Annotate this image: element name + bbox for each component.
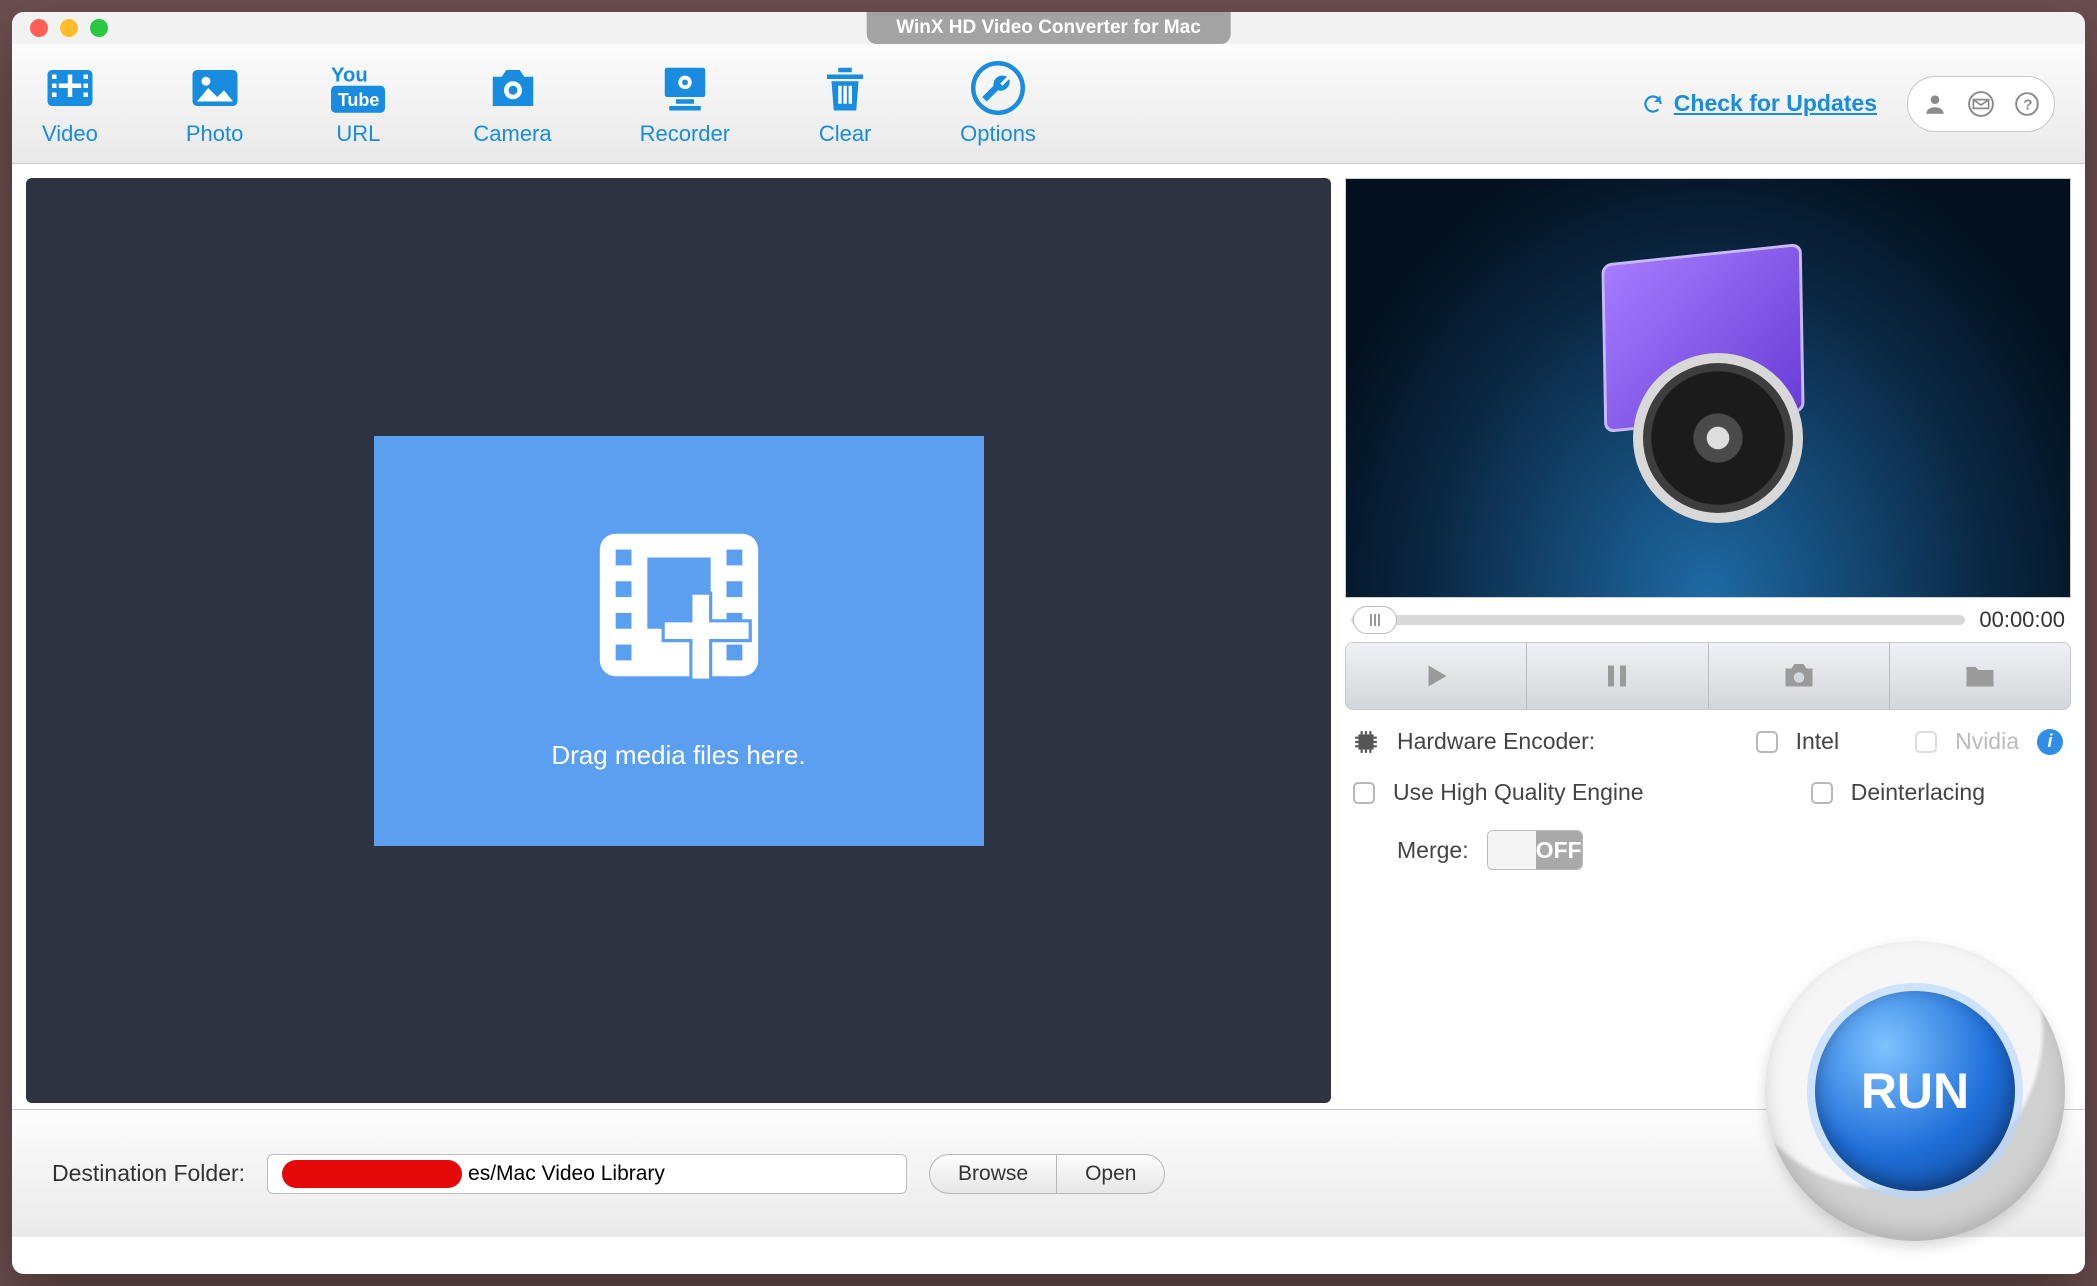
minimize-window-icon[interactable] — [60, 19, 78, 37]
destination-input[interactable]: es/Mac Video Library — [267, 1154, 907, 1194]
add-media-icon — [584, 510, 774, 700]
utility-group: ? — [1907, 76, 2055, 132]
close-window-icon[interactable] — [30, 19, 48, 37]
seek-bar[interactable] — [1351, 615, 1965, 625]
open-button[interactable]: Open — [1057, 1155, 1164, 1193]
toolbar-recorder[interactable]: Recorder — [640, 61, 730, 147]
snapshot-button[interactable] — [1709, 643, 1890, 709]
camera-snap-icon — [1781, 658, 1817, 694]
toolbar-recorder-label: Recorder — [640, 121, 730, 147]
run-label: RUN — [1815, 991, 2015, 1191]
camera-icon — [486, 61, 540, 115]
deinterlace-checkbox[interactable] — [1811, 782, 1833, 804]
mail-icon — [1968, 91, 1994, 117]
open-folder-button[interactable] — [1890, 643, 2070, 709]
toolbar-video-label: Video — [42, 121, 98, 147]
toolbar-camera-label: Camera — [473, 121, 551, 147]
toolbar-url-label: URL — [336, 121, 380, 147]
play-button[interactable] — [1346, 643, 1527, 709]
check-updates-label: Check for Updates — [1674, 90, 1877, 117]
photo-icon — [188, 61, 242, 115]
nvidia-checkbox — [1915, 731, 1937, 753]
toolbar: Video Photo YouTube URL Camera Recorder … — [12, 44, 2085, 164]
drop-target[interactable]: Drag media files here. — [374, 436, 984, 846]
wrench-icon — [971, 61, 1025, 115]
drop-hint-text: Drag media files here. — [551, 740, 805, 771]
help-icon: ? — [2014, 91, 2040, 117]
merge-state: OFF — [1536, 830, 1582, 870]
play-icon — [1418, 658, 1454, 694]
deinterlace-label: Deinterlacing — [1851, 779, 1985, 806]
toolbar-camera[interactable]: Camera — [473, 61, 551, 147]
check-updates-link[interactable]: Check for Updates — [1640, 90, 1877, 117]
browse-button[interactable]: Browse — [930, 1155, 1057, 1193]
toolbar-options[interactable]: Options — [960, 61, 1036, 147]
toolbar-video[interactable]: Video — [42, 61, 98, 147]
svg-text:You: You — [331, 64, 368, 86]
media-drop-panel[interactable]: Drag media files here. — [26, 178, 1331, 1103]
trash-icon — [818, 61, 872, 115]
bottom-bar: Destination Folder: es/Mac Video Library… — [12, 1109, 2085, 1237]
hq-checkbox[interactable] — [1353, 782, 1375, 804]
destination-value: es/Mac Video Library — [468, 1162, 665, 1186]
hq-label: Use High Quality Engine — [1393, 779, 1644, 806]
nvidia-label: Nvidia — [1955, 728, 2019, 755]
window-title: WinX HD Video Converter for Mac — [866, 12, 1231, 44]
account-button[interactable] — [1912, 81, 1958, 127]
svg-text:Tube: Tube — [338, 90, 380, 110]
app-window: WinX HD Video Converter for Mac Video Ph… — [12, 12, 2085, 1274]
folder-icon — [1962, 658, 1998, 694]
info-icon[interactable]: i — [2037, 729, 2063, 755]
pause-button[interactable] — [1527, 643, 1708, 709]
toolbar-photo[interactable]: Photo — [186, 61, 244, 147]
toolbar-clear-label: Clear — [819, 121, 872, 147]
title-bar: WinX HD Video Converter for Mac — [12, 12, 2085, 44]
youtube-icon: You Tube — [331, 61, 385, 115]
preview-area — [1345, 178, 2071, 598]
chip-icon — [1353, 729, 1379, 755]
maximize-window-icon[interactable] — [90, 19, 108, 37]
toolbar-clear[interactable]: Clear — [818, 61, 872, 147]
toolbar-photo-label: Photo — [186, 121, 244, 147]
video-add-icon — [43, 61, 97, 115]
svg-text:?: ? — [2023, 96, 2032, 113]
film-reel-icon — [1593, 273, 1823, 503]
toolbar-options-label: Options — [960, 121, 1036, 147]
hw-encoder-label: Hardware Encoder: — [1397, 728, 1595, 755]
refresh-icon — [1640, 91, 1666, 117]
intel-checkbox[interactable] — [1756, 731, 1778, 753]
merge-toggle[interactable]: OFF — [1487, 830, 1583, 870]
run-button[interactable]: RUN — [1765, 941, 2065, 1241]
recorder-icon — [658, 61, 712, 115]
destination-label: Destination Folder: — [52, 1160, 245, 1187]
timestamp: 00:00:00 — [1979, 607, 2065, 633]
merge-label: Merge: — [1397, 837, 1469, 864]
help-button[interactable]: ? — [2004, 81, 2050, 127]
toolbar-url[interactable]: You Tube URL — [331, 61, 385, 147]
seek-handle[interactable] — [1353, 606, 1397, 634]
pause-icon — [1599, 658, 1635, 694]
redacted-path — [282, 1160, 462, 1188]
user-icon — [1922, 91, 1948, 117]
intel-label: Intel — [1796, 728, 1839, 755]
mail-button[interactable] — [1958, 81, 2004, 127]
